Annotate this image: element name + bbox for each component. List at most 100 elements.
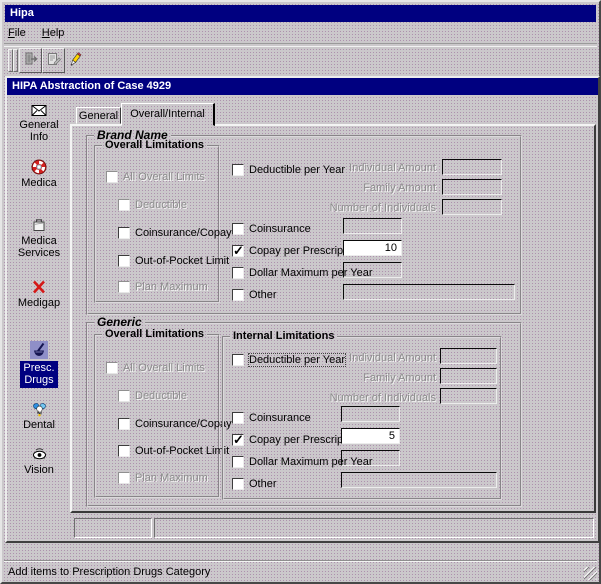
overall-limitations-title: Overall Limitations (102, 139, 207, 151)
sidebar-item-medica[interactable]: Medica (7, 159, 71, 189)
generic-group-title: Generic (94, 315, 145, 329)
checkbox-all-overall-limits[interactable]: All Overall Limits (106, 360, 205, 375)
sidebar-item-label: Info (7, 131, 71, 143)
status-bar: Add items to Prescription Drugs Category (4, 560, 597, 582)
menu-help[interactable]: Help (42, 25, 65, 42)
case-window-body: General Info Medica (7, 95, 598, 541)
number-of-individuals-label: Number of Individuals (288, 202, 436, 214)
checkbox-box (232, 456, 244, 468)
sidebar-item-vision[interactable]: Vision (7, 447, 71, 476)
family-amount-label: Family Amount (288, 182, 436, 194)
other-field[interactable] (341, 472, 497, 488)
sidebar-item-general-info[interactable]: General Info (7, 104, 71, 143)
checkbox-box (118, 418, 130, 430)
checkbox-coinsurance[interactable]: Coinsurance (232, 221, 311, 236)
coinsurance-field[interactable] (341, 406, 400, 422)
number-of-individuals-field[interactable] (442, 199, 502, 215)
hand-pencil-button[interactable] (64, 48, 87, 73)
tab-control: General Overall/Internal Brand Name Over… (70, 103, 596, 513)
checkbox-box (232, 267, 244, 279)
individual-amount-label: Individual Amount (288, 162, 436, 174)
individual-amount-field[interactable] (442, 159, 502, 175)
edit-form-icon (46, 51, 62, 70)
checkbox-box (118, 255, 130, 267)
number-of-individuals-field[interactable] (440, 388, 497, 404)
individual-amount-field[interactable] (440, 348, 497, 364)
app-window: Hipa File Help (0, 0, 601, 584)
case-window-titlebar[interactable]: HIPA Abstraction of Case 4929 (7, 78, 598, 95)
sidebar-item-presc-drugs[interactable]: Presc. Drugs (7, 341, 71, 388)
mortar-pestle-icon (7, 341, 71, 359)
checkbox-out-of-pocket-limit[interactable]: Out-of-Pocket Limit (118, 443, 229, 458)
brand-name-group: Brand Name Overall Limitations All Overa… (86, 135, 522, 315)
checkbox-plan-maximum[interactable]: Plan Maximum (118, 279, 208, 294)
checkbox-plan-maximum[interactable]: Plan Maximum (118, 470, 208, 485)
winged-tooth-icon (7, 401, 71, 417)
toolbar-gripper[interactable] (13, 49, 18, 72)
dollar-maximum-per-year-field[interactable] (343, 262, 402, 278)
family-amount-field[interactable] (440, 368, 497, 384)
checkbox-box (118, 445, 130, 457)
copay-per-prescription-field[interactable]: 10 (343, 240, 402, 256)
checkbox-other[interactable]: Other (232, 476, 277, 491)
sidebar-item-dental[interactable]: Dental (7, 401, 71, 431)
coinsurance-field[interactable] (343, 218, 402, 234)
copay-per-prescription-field[interactable]: 5 (341, 428, 400, 444)
internal-limitations-title: Internal Limitations (230, 330, 337, 342)
checkbox-other[interactable]: Other (232, 287, 277, 302)
individual-amount-label: Individual Amount (294, 352, 436, 364)
menu-file[interactable]: File (8, 25, 26, 42)
internal-limitations-group: Internal Limitations Deductible per Year… (222, 336, 502, 500)
family-amount-label: Family Amount (294, 372, 436, 384)
checkbox-box (106, 362, 118, 374)
child-status-panel-left (74, 518, 152, 538)
checkbox-box (232, 245, 244, 257)
menu-bar: File Help (8, 25, 64, 42)
checkbox-coinsurance[interactable]: Coinsurance (232, 410, 311, 425)
dollar-maximum-per-year-field[interactable] (341, 450, 400, 466)
checkbox-box (118, 281, 130, 293)
edit-form-button[interactable] (42, 48, 65, 73)
other-field[interactable] (343, 284, 515, 300)
eye-icon (7, 447, 71, 462)
sidebar-item-label: Medica (7, 235, 71, 247)
resize-grip[interactable] (584, 567, 597, 580)
exit-button[interactable] (19, 48, 42, 73)
generic-group: Generic Overall Limitations All Overall … (86, 322, 522, 507)
checkbox-copay-per-prescription[interactable]: Copay per Prescription (232, 243, 361, 258)
number-of-individuals-label: Number of Individuals (294, 392, 436, 404)
red-x-icon (7, 279, 71, 295)
app-titlebar[interactable]: Hipa (5, 5, 596, 22)
checkbox-out-of-pocket-limit[interactable]: Out-of-Pocket Limit (118, 253, 229, 268)
brand-overall-limitations-group: Overall Limitations All Overall Limits D… (94, 145, 220, 303)
checkbox-box (106, 171, 118, 183)
checkbox-box (232, 354, 244, 366)
tab-general[interactable]: General (76, 107, 121, 124)
checkbox-deductible[interactable]: Deductible (118, 197, 187, 212)
app-title: Hipa (10, 7, 34, 19)
checkbox-box (118, 199, 130, 211)
sidebar-item-label: Services (7, 247, 71, 259)
sidebar-item-medica-services[interactable]: Medica Services (7, 217, 71, 259)
services-bag-icon (7, 217, 71, 233)
tab-page-overall-internal: Brand Name Overall Limitations All Overa… (70, 124, 596, 513)
status-text: Add items to Prescription Drugs Category (8, 566, 210, 578)
case-window: HIPA Abstraction of Case 4929 General In… (5, 76, 600, 543)
tab-overall-internal[interactable]: Overall/Internal (121, 103, 215, 126)
checkbox-all-overall-limits[interactable]: All Overall Limits (106, 169, 205, 184)
sidebar-item-label: Medigap (7, 297, 71, 309)
checkbox-deductible[interactable]: Deductible (118, 388, 187, 403)
checkbox-box (232, 289, 244, 301)
sidebar-item-label: Presc. Drugs (20, 361, 57, 388)
case-window-title: HIPA Abstraction of Case 4929 (12, 80, 171, 92)
checkbox-box (232, 164, 244, 176)
checkbox-coinsurance-copay[interactable]: Coinsurance/Copay (118, 225, 232, 240)
sidebar-item-medigap[interactable]: Medigap (7, 279, 71, 309)
checkbox-coinsurance-copay[interactable]: Coinsurance/Copay (118, 416, 232, 431)
checkbox-box (232, 478, 244, 490)
life-ring-icon (7, 159, 71, 175)
checkbox-box (118, 472, 130, 484)
family-amount-field[interactable] (442, 179, 502, 195)
checkbox-box (118, 227, 130, 239)
generic-overall-limitations-group: Overall Limitations All Overall Limits D… (94, 334, 220, 498)
